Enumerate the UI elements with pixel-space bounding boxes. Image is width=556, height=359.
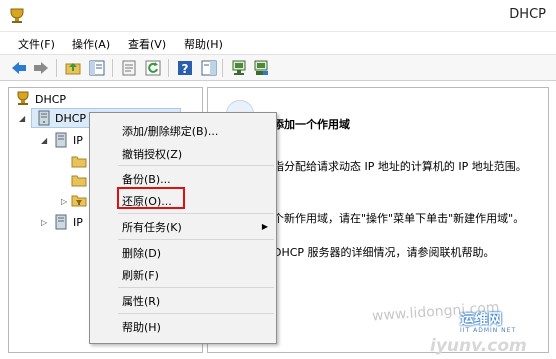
svg-text:?: ? (182, 62, 189, 76)
folder-icon (71, 156, 87, 168)
help-icon[interactable]: ? (176, 59, 194, 77)
toolbar-separator (112, 59, 113, 77)
menu-separator (118, 313, 274, 314)
tree-node-ipv6[interactable]: IP (73, 216, 83, 229)
expand-arrow-icon[interactable]: ◢ (41, 136, 47, 145)
detail-line-4: DHCP 服务器的详细情况，请参阅联机帮助。 (273, 246, 495, 259)
console-tree-icon[interactable] (88, 59, 106, 77)
up-folder-icon[interactable] (64, 59, 82, 77)
menu-item-refresh[interactable]: 刷新(F) (122, 267, 159, 283)
forward-arrow-icon[interactable] (32, 59, 50, 77)
server-icon[interactable] (230, 59, 248, 77)
properties-icon[interactable] (120, 59, 138, 77)
tree-root-dhcp[interactable]: DHCP (35, 93, 66, 106)
filter-folder-icon (71, 195, 87, 207)
toolbar-separator (168, 59, 169, 77)
toolbar-separator (56, 59, 57, 77)
dhcp-app-icon (10, 8, 24, 23)
dhcp-server-icon (38, 110, 50, 126)
menu-view[interactable]: 查看(V) (128, 36, 166, 52)
folder-icon (71, 175, 87, 187)
watermark-logo-text: 运维网 (460, 312, 502, 328)
detail-line-1: 指分配给请求动态 IP 地址的计算机的 IP 地址范围。 (273, 160, 527, 173)
menu-separator (118, 239, 274, 240)
menu-item-unauthorize[interactable]: 撤销授权(Z) (122, 146, 182, 162)
collapse-arrow-icon[interactable]: ▷ (61, 197, 67, 206)
authorize-icon[interactable] (252, 59, 270, 77)
back-arrow-icon[interactable] (10, 59, 28, 77)
watermark-logo-sub: IIT ADMIN NET (460, 327, 517, 334)
menu-item-add-remove-bindings[interactable]: 添加/删除绑定(B)... (122, 123, 218, 139)
tree-node-ipv4[interactable]: IP (73, 134, 83, 147)
ipv6-icon (55, 214, 67, 230)
menu-action[interactable]: 操作(A) (72, 36, 110, 52)
toolbar-separator (222, 59, 223, 77)
window-title: DHCP (509, 7, 546, 22)
watermark-logo: 运维网 IIT ADMIN NET (460, 307, 550, 334)
menu-separator (118, 213, 274, 214)
toolbar: ? (0, 54, 556, 81)
menu-separator (118, 287, 274, 288)
restore-highlight-box (117, 187, 185, 209)
dhcp-root-icon (17, 91, 29, 105)
tree-node-server[interactable]: DHCP (55, 112, 86, 125)
watermark-domain: iyunv.com (430, 336, 527, 356)
action-pane-icon[interactable] (200, 59, 218, 77)
expand-arrow-icon[interactable]: ◢ (19, 114, 25, 123)
menu-bar: 文件(F) 操作(A) 查看(V) 帮助(H) (0, 33, 556, 53)
title-bar: DHCP (0, 0, 556, 32)
menu-file[interactable]: 文件(F) (18, 36, 55, 52)
menu-separator (118, 165, 274, 166)
ipv4-icon (55, 132, 67, 148)
submenu-arrow-icon: ▶ (261, 222, 268, 231)
collapse-arrow-icon[interactable]: ▷ (41, 218, 47, 227)
menu-item-all-tasks[interactable]: 所有任务(K) (122, 219, 182, 235)
menu-item-properties[interactable]: 属性(R) (122, 293, 160, 309)
context-menu: 添加/删除绑定(B)... 撤销授权(Z) 备份(B)... 还原(O)... … (89, 112, 277, 344)
menu-item-help[interactable]: 帮助(H) (122, 319, 161, 335)
menu-help[interactable]: 帮助(H) (184, 36, 223, 52)
menu-item-delete[interactable]: 删除(D) (122, 245, 161, 261)
menu-item-backup[interactable]: 备份(B)... (122, 171, 171, 187)
detail-title: 添加一个作用域 (273, 118, 350, 131)
detail-line-3: 个新作用域，请在"操作"菜单下单击"新建作用域"。 (273, 212, 525, 225)
refresh-icon[interactable] (144, 59, 162, 77)
